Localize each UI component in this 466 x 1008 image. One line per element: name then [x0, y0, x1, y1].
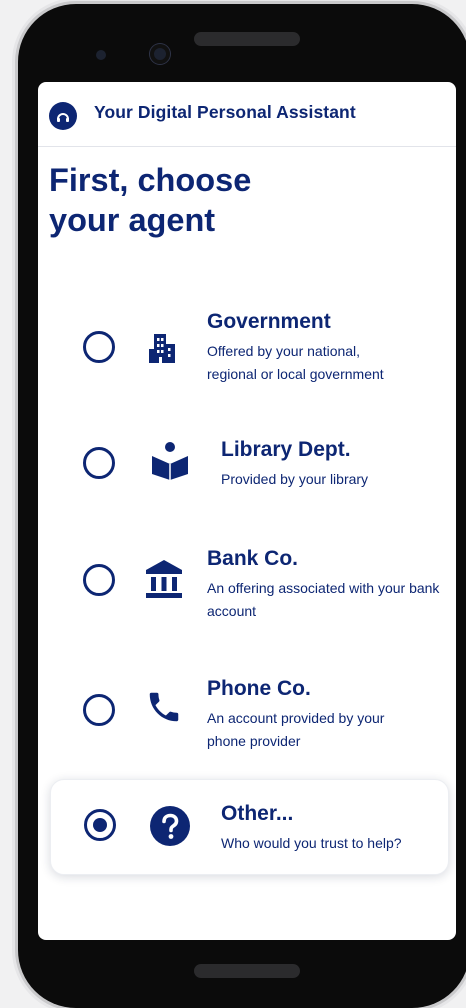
radio-other-selected[interactable] — [84, 809, 116, 841]
radio-bank[interactable] — [83, 564, 115, 596]
page-title: First, choose your agent — [49, 160, 349, 240]
option-title: Library Dept. — [221, 438, 351, 461]
app-screen: Your Digital Personal Assistant First, c… — [38, 82, 456, 940]
option-description: An offering associated with your bank ac… — [207, 580, 440, 619]
assistant-logo-icon — [49, 102, 77, 130]
option-description: Who would you trust to help? — [221, 835, 402, 851]
phone-icon — [145, 688, 183, 731]
phone-speaker — [194, 32, 300, 46]
page-title-line-1: First, choose — [49, 162, 252, 198]
option-library[interactable]: Library Dept. Provided by your library — [38, 432, 456, 502]
option-description: An account provided by your phone provid… — [207, 710, 385, 749]
option-title: Bank Co. — [207, 547, 299, 570]
library-reader-icon — [150, 440, 190, 487]
radio-government[interactable] — [83, 331, 115, 363]
phone-bottom-speaker — [194, 964, 300, 978]
option-bank[interactable]: Bank Co. An offering associated with you… — [38, 544, 456, 634]
app-title: Your Digital Personal Assistant — [94, 102, 356, 122]
option-government[interactable]: Government Offered by your national, reg… — [38, 304, 456, 394]
option-description: Offered by your national, regional or lo… — [207, 343, 384, 382]
option-phone[interactable]: Phone Co. An account provided by your ph… — [38, 674, 456, 764]
radio-phone[interactable] — [83, 694, 115, 726]
bank-icon — [144, 558, 184, 605]
app-header: Your Digital Personal Assistant — [38, 82, 456, 147]
option-title: Other... — [221, 802, 294, 825]
option-title: Government — [207, 310, 331, 333]
option-other-card[interactable]: Other... Who would you trust to help? — [50, 779, 449, 875]
phone-sensor — [96, 50, 106, 60]
phone-camera — [150, 44, 170, 64]
question-icon — [150, 806, 190, 851]
government-building-icon — [145, 329, 181, 370]
option-description: Provided by your library — [221, 471, 369, 487]
option-title: Phone Co. — [207, 677, 311, 700]
page-title-line-2: your agent — [49, 202, 216, 238]
radio-library[interactable] — [83, 447, 115, 479]
